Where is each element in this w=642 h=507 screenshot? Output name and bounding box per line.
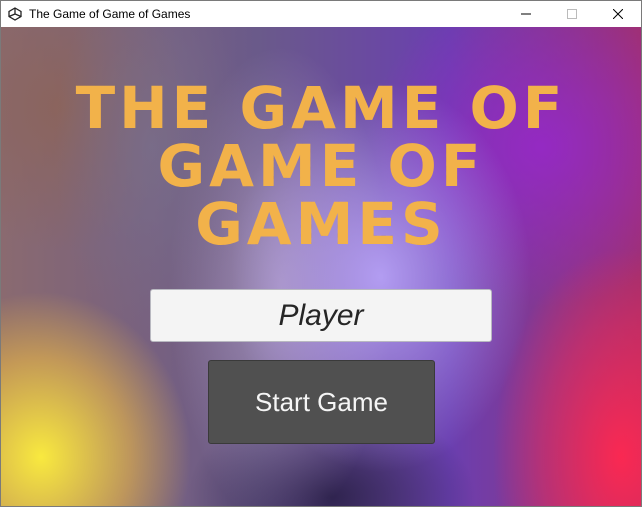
close-icon (613, 9, 623, 19)
title-bar[interactable]: The Game of Game of Games (1, 1, 641, 27)
maximize-icon (567, 9, 577, 19)
game-canvas: THE GAME OF GAME OF GAMES Player Start G… (1, 27, 641, 506)
minimize-button[interactable] (503, 1, 549, 27)
close-button[interactable] (595, 1, 641, 27)
window-title: The Game of Game of Games (29, 7, 191, 21)
title-line-2: GAME OF (1, 137, 641, 195)
maximize-button[interactable] (549, 1, 595, 27)
unity-icon (7, 6, 23, 22)
title-line-1: THE GAME OF (1, 79, 641, 137)
app-window: The Game of Game of Games THE GAME OF GA… (0, 0, 642, 507)
game-title: THE GAME OF GAME OF GAMES (1, 79, 641, 253)
start-game-button[interactable]: Start Game (208, 360, 435, 444)
minimize-icon (521, 13, 531, 15)
player-name-input[interactable]: Player (150, 289, 492, 342)
player-name-value: Player (278, 298, 364, 332)
title-line-3: GAMES (1, 195, 641, 253)
start-game-label: Start Game (255, 386, 388, 417)
